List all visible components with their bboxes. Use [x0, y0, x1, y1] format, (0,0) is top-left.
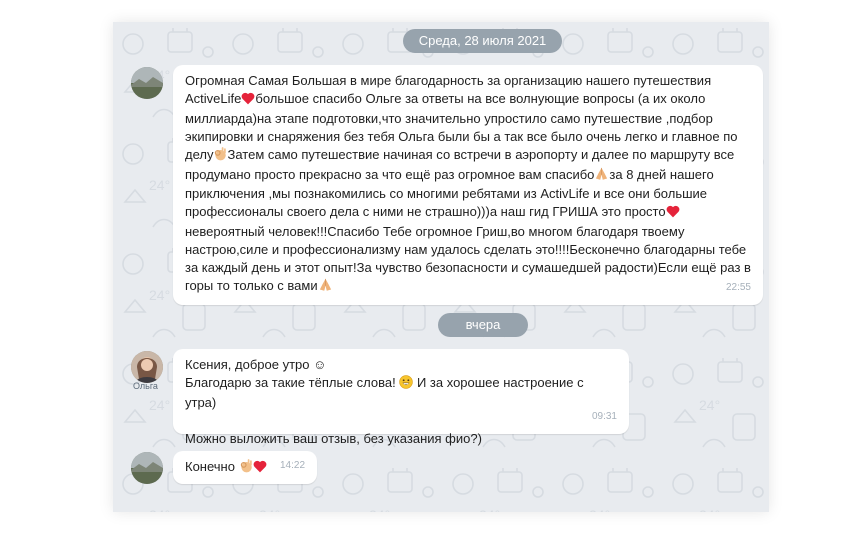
ok-hand-icon — [213, 146, 227, 166]
praying-hands-icon — [318, 277, 333, 297]
heart-icon — [241, 92, 255, 110]
praying-hands-icon — [594, 166, 609, 186]
grinning-face-icon — [399, 375, 414, 394]
message-text: Ксения, доброе утро ☺ Благодарю за такие… — [185, 357, 588, 446]
avatar-name: Ольга — [133, 381, 158, 391]
message-time: 14:22 — [280, 460, 306, 472]
date-divider: вчера — [438, 313, 528, 337]
message-bubble[interactable]: Ксения, доброе утро ☺ Благодарю за такие… — [173, 349, 629, 446]
ok-hand-icon — [239, 458, 253, 478]
heart-icon — [666, 205, 680, 223]
avatar-landscape-image — [131, 452, 163, 484]
message-bubble[interactable]: Огромная Самая Большая в мире благодарно… — [173, 65, 763, 305]
avatar-person-image — [131, 351, 163, 383]
message-bubble[interactable]: Конечно 14:22 — [173, 451, 317, 484]
message-time: 22:55 — [725, 281, 751, 293]
avatar[interactable] — [131, 351, 163, 383]
date-divider: Среда, 28 июля 2021 — [403, 29, 562, 53]
avatar-landscape-image — [131, 67, 163, 99]
message-text: Огромная Самая Большая в мире благодарно… — [185, 72, 751, 297]
avatar[interactable] — [131, 452, 163, 484]
heart-icon — [253, 460, 267, 478]
chat-window: 24° Среда, 28 июля 2021 Огромная Самая Б… — [113, 22, 769, 512]
avatar[interactable] — [131, 67, 163, 99]
message-time: 09:31 — [591, 411, 617, 423]
